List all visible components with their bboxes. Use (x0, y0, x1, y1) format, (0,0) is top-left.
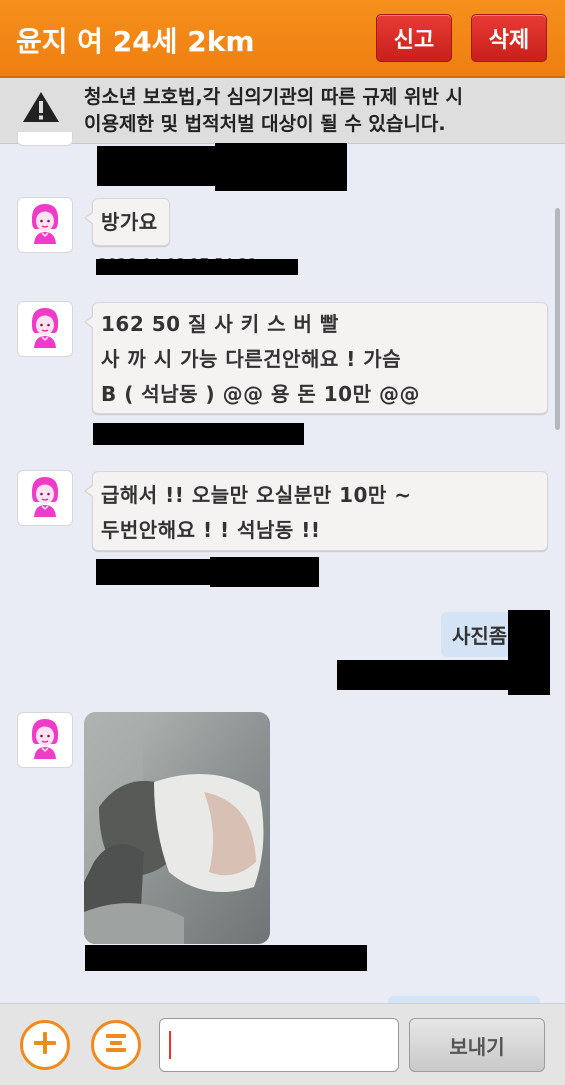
redaction-block (96, 559, 212, 585)
redaction-block (337, 660, 517, 690)
delete-button[interactable]: 삭제 (471, 14, 547, 62)
plus-icon (32, 1030, 58, 1060)
avatar[interactable] (17, 712, 73, 768)
message-bubble: 방가요 (84, 198, 170, 246)
report-button[interactable]: 신고 (376, 14, 452, 62)
redaction-block (93, 423, 304, 445)
redaction-block (97, 146, 215, 186)
add-attachment-button[interactable] (20, 1020, 70, 1070)
girl-avatar-icon (27, 716, 63, 764)
avatar[interactable] (17, 301, 73, 357)
text-caret (169, 1031, 171, 1059)
redaction-block (85, 945, 367, 971)
redaction-block (210, 557, 319, 587)
warning-text: 청소년 보호법,각 심의기관의 따른 규제 위반 시 이용제한 및 법적처벌 대… (84, 86, 464, 135)
girl-avatar-icon (27, 201, 63, 249)
redaction-block (96, 259, 298, 275)
menu-button[interactable] (91, 1020, 141, 1070)
warning-banner: 청소년 보호법,각 심의기관의 따른 규제 위반 시 이용제한 및 법적처벌 대… (0, 78, 565, 144)
message-bubble: 급해서 !! 오늘만 오실분만 10만 ~ 두번안해요 ! ! 석남동 !! (84, 471, 548, 551)
redaction-block (215, 143, 347, 191)
avatar[interactable] (17, 197, 73, 253)
message-compose-bar: 보내기 (0, 1003, 565, 1085)
girl-avatar-icon (27, 474, 63, 522)
menu-lines-icon (104, 1031, 128, 1059)
chat-partner-title: 윤지 여 24세 2km (16, 25, 255, 58)
girl-avatar-icon (27, 305, 63, 353)
avatar (17, 132, 73, 146)
shared-photo[interactable] (84, 712, 270, 944)
avatar[interactable] (17, 470, 73, 526)
warning-triangle-icon (22, 90, 60, 128)
message-input[interactable] (159, 1018, 399, 1072)
top-bar: 윤지 여 24세 2km 신고 삭제 (0, 0, 565, 78)
message-bubble: 162 50 질 사 키 스 버 빨 사 까 시 가능 다른건안해요 ! 가슴 … (84, 302, 548, 414)
scrollbar[interactable] (555, 208, 560, 430)
send-button[interactable]: 보내기 (409, 1018, 545, 1072)
